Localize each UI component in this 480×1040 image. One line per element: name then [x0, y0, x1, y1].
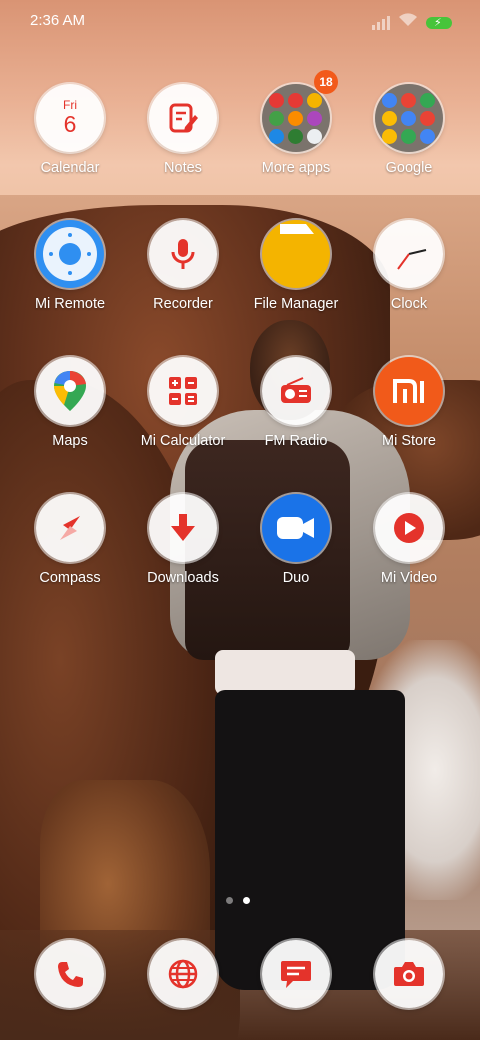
- app-mi-calculator[interactable]: Mi Calculator: [127, 357, 239, 469]
- video-camera-icon[interactable]: [262, 494, 330, 562]
- dock-messages[interactable]: [240, 940, 352, 1020]
- app-mi-remote[interactable]: Mi Remote: [14, 220, 126, 332]
- phone-icon[interactable]: [36, 940, 104, 1008]
- page-dot-active[interactable]: [243, 897, 250, 904]
- microphone-icon[interactable]: [149, 220, 217, 288]
- app-folder-more-apps[interactable]: 18 More apps: [240, 70, 352, 196]
- app-label: Maps: [52, 433, 88, 449]
- app-label: More apps: [261, 160, 331, 176]
- calendar-date: 6: [63, 111, 77, 137]
- map-pin-icon[interactable]: [36, 357, 104, 425]
- app-label: File Manager: [253, 296, 339, 312]
- app-label: Compass: [39, 570, 101, 586]
- wifi-icon: [398, 13, 418, 32]
- app-label: Calendar: [40, 160, 100, 176]
- app-label: Notes: [164, 160, 202, 176]
- app-file-manager[interactable]: File Manager: [240, 220, 352, 332]
- app-duo[interactable]: Duo: [240, 494, 352, 606]
- app-compass[interactable]: Compass: [14, 494, 126, 606]
- status-bar: 2:36 AM ⚡: [0, 0, 480, 40]
- notes-icon[interactable]: [149, 84, 217, 152]
- page-indicator: [226, 897, 250, 904]
- play-icon[interactable]: [375, 494, 443, 562]
- app-label: FM Radio: [264, 433, 328, 449]
- calendar-day: Fri: [63, 98, 77, 112]
- app-mi-video[interactable]: Mi Video: [353, 494, 465, 606]
- app-label: Mi Video: [380, 570, 438, 586]
- folder-icon[interactable]: 18: [262, 70, 338, 152]
- app-notes[interactable]: Notes: [127, 84, 239, 196]
- folder-file-icon[interactable]: [262, 220, 330, 288]
- dock-phone[interactable]: [14, 940, 126, 1020]
- globe-icon[interactable]: [149, 940, 217, 1008]
- app-folder-google[interactable]: Google: [353, 84, 465, 196]
- radio-icon[interactable]: [262, 357, 330, 425]
- app-label: Recorder: [153, 296, 213, 312]
- dock-camera[interactable]: [353, 940, 465, 1020]
- compass-icon[interactable]: [36, 494, 104, 562]
- message-icon[interactable]: [262, 940, 330, 1008]
- mi-logo-icon[interactable]: [375, 357, 443, 425]
- app-label: Mi Calculator: [140, 433, 226, 449]
- calendar-icon[interactable]: Fri 6: [36, 84, 104, 152]
- app-recorder[interactable]: Recorder: [127, 220, 239, 332]
- wallpaper-shirt: [215, 650, 355, 695]
- app-label: Mi Store: [382, 433, 436, 449]
- app-label: Google: [385, 160, 433, 176]
- status-icons: ⚡: [372, 13, 452, 32]
- app-clock[interactable]: Clock: [353, 220, 465, 332]
- calculator-icon[interactable]: [149, 357, 217, 425]
- remote-icon[interactable]: [36, 220, 104, 288]
- app-downloads[interactable]: Downloads: [127, 494, 239, 606]
- dock-browser[interactable]: [127, 940, 239, 1020]
- battery-charging-icon: ⚡: [426, 16, 452, 29]
- clock-icon[interactable]: [375, 220, 443, 288]
- folder-icon[interactable]: [375, 84, 443, 152]
- app-label: Downloads: [147, 570, 219, 586]
- app-label: Duo: [282, 570, 310, 586]
- signal-icon: [372, 15, 390, 30]
- notification-badge: 18: [314, 70, 338, 94]
- app-maps[interactable]: Maps: [14, 357, 126, 469]
- camera-icon[interactable]: [375, 940, 443, 1008]
- app-mi-store[interactable]: Mi Store: [353, 357, 465, 469]
- app-fm-radio[interactable]: FM Radio: [240, 357, 352, 469]
- app-label: Clock: [390, 296, 428, 312]
- app-label: Mi Remote: [34, 296, 106, 312]
- download-arrow-icon[interactable]: [149, 494, 217, 562]
- status-time: 2:36 AM: [30, 12, 86, 29]
- page-dot[interactable]: [226, 897, 233, 904]
- app-calendar[interactable]: Fri 6 Calendar: [14, 84, 126, 196]
